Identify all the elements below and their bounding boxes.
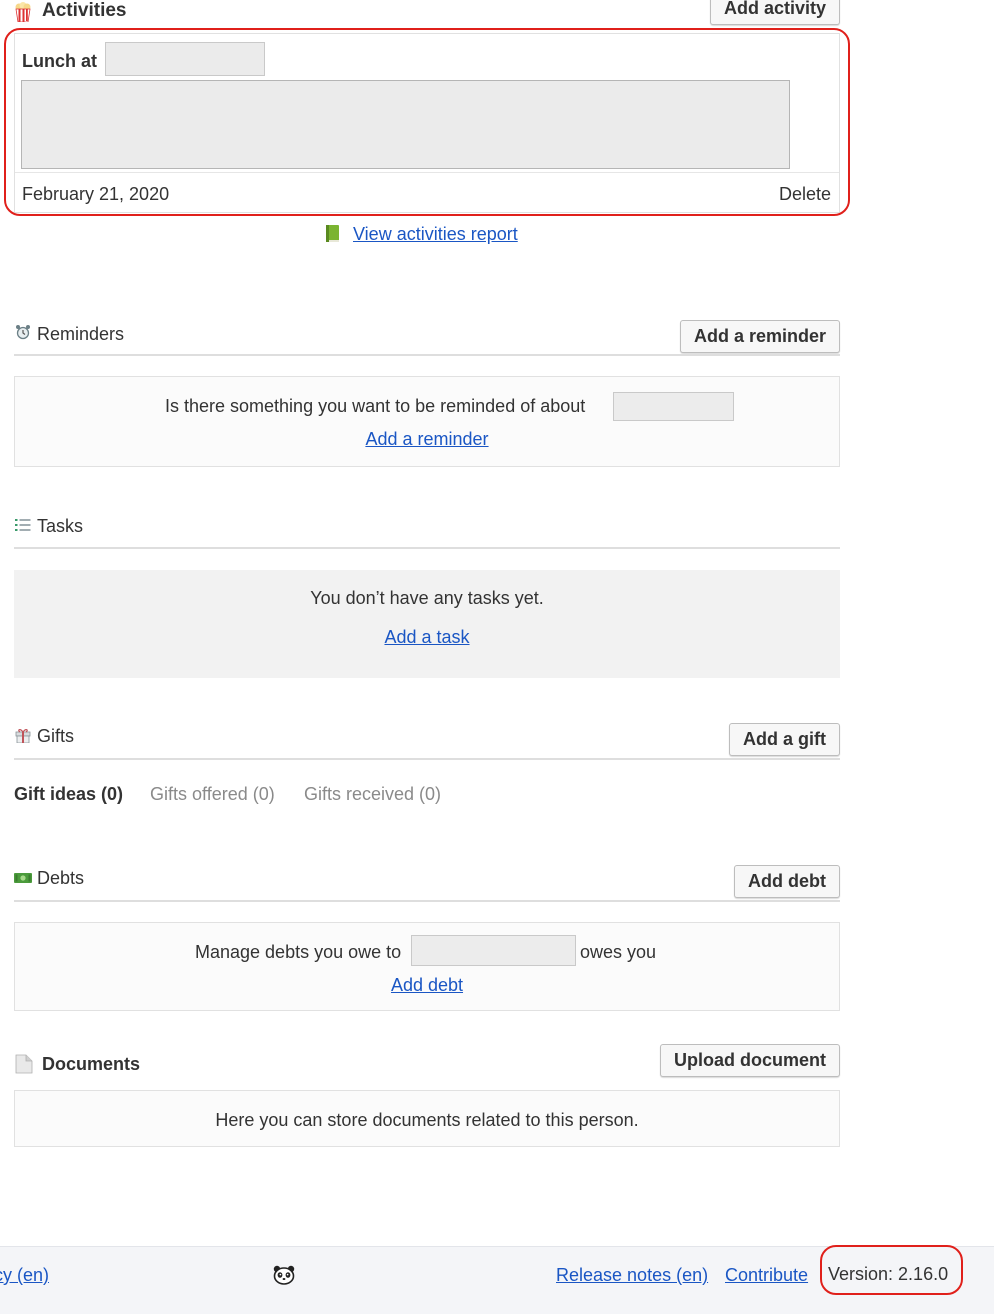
list-icon [15,519,31,531]
alarm-clock-icon [16,325,30,340]
add-task-link[interactable]: Add a task [384,627,469,647]
gifts-divider [14,758,840,760]
add-reminder-link-text[interactable]: Add a reminder [365,429,488,449]
panda-logo-icon [273,1265,295,1285]
reminders-divider [14,354,840,356]
gift-tab-received[interactable]: Gifts received (0) [304,784,441,805]
add-gift-button[interactable]: Add a gift [729,723,840,756]
add-reminder-link[interactable]: Add a reminder [14,429,840,450]
reminders-empty-panel [14,376,840,467]
highlight-annotation-activity [4,28,850,216]
highlight-annotation-version [820,1245,963,1295]
book-icon [326,225,339,242]
redacted-contact-name [411,935,576,966]
gifts-title: Gifts [37,726,75,746]
debts-title: Debts [37,868,85,888]
debts-prompt-before: Manage debts you owe to [195,942,402,962]
tasks-empty-panel [14,570,840,678]
tasks-empty-text: You don’t have any tasks yet. [310,588,544,608]
redacted-contact-name [613,392,734,421]
add-task-link-wrap: Add a task [14,627,840,648]
reminders-title: Reminders [37,324,125,344]
release-notes-link[interactable]: Release notes (en) [556,1265,708,1286]
add-activity-button[interactable]: Add activity [710,0,840,25]
privacy-policy-link[interactable]: cy (en) [0,1265,49,1286]
activities-title: Activities [42,0,127,21]
add-debt-link[interactable]: Add debt [391,975,463,995]
tasks-title: Tasks [37,516,84,536]
footer: cy (en) Release notes (en) Contribute Ve… [0,1245,994,1314]
gift-tab-offered[interactable]: Gifts offered (0) [150,784,275,805]
add-debt-button[interactable]: Add debt [734,865,840,898]
debts-divider [14,900,840,902]
debts-prompt-after: owes you [580,942,657,962]
contribute-link[interactable]: Contribute [725,1265,808,1286]
tasks-divider [14,547,840,549]
documents-title: Documents [42,1054,141,1074]
upload-document-button[interactable]: Upload document [660,1044,840,1077]
view-activities-report-link[interactable]: View activities report [353,224,518,245]
gift-tab-ideas[interactable]: Gift ideas (0) [14,784,123,805]
gift-icon [15,729,31,743]
documents-empty-text: Here you can store documents related to … [215,1110,639,1130]
money-icon [14,873,32,883]
add-debt-link-wrap: Add debt [14,975,840,996]
add-reminder-button[interactable]: Add a reminder [680,320,840,353]
popcorn-icon [15,2,31,22]
document-icon [15,1054,33,1074]
reminders-prompt-text: Is there something you want to be remind… [165,396,586,416]
